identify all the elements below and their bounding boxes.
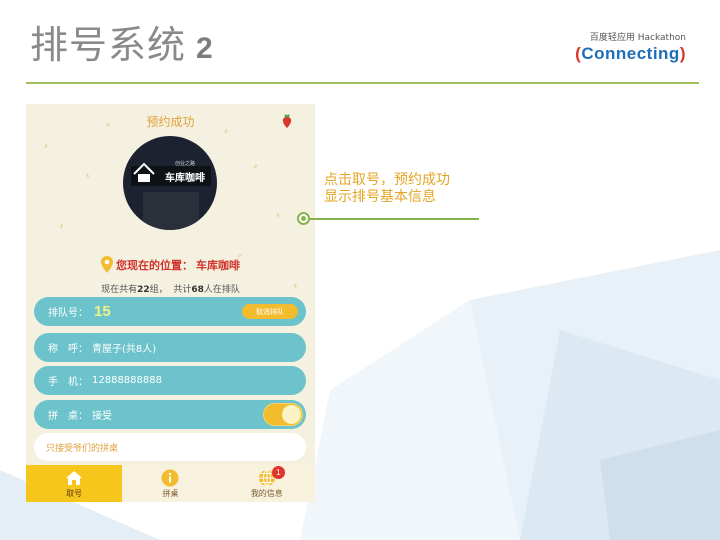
slide-title-text: 排号系统: [30, 23, 187, 67]
people-suffix: 人在排队: [203, 285, 240, 295]
slide-title-number: 2: [196, 32, 214, 65]
queue-summary: 现在共有22组， 共计68人在排队: [26, 282, 315, 295]
venue-photo-window: [143, 192, 199, 230]
share-table-value: 接受: [92, 411, 112, 422]
share-table-row: 拼 桌： 接受: [34, 400, 306, 429]
house-sign-icon: [133, 162, 155, 182]
brand-logo-word: Connecting: [581, 44, 680, 63]
location-name: 车库咖啡: [196, 258, 240, 272]
queue-number-row: 排队号： 15 取消排队: [34, 297, 306, 326]
tab-my-info-label: 我的信息: [250, 488, 283, 498]
callout-line-1: 点击取号，预约成功: [324, 172, 450, 188]
app-header-title: 预约成功: [146, 114, 195, 129]
phone-value: 12888888888: [92, 375, 162, 386]
slide-title: 排号系统 2: [30, 14, 214, 69]
callout-connector: [306, 218, 479, 220]
brand-top-text: 百度轻应用 Hackathon: [589, 33, 686, 43]
title-divider: [26, 82, 699, 84]
people-prefix: 共计: [173, 285, 192, 295]
toggle-knob: [282, 405, 301, 424]
tab-share-table[interactable]: 拼桌: [122, 465, 218, 502]
tab-share-table-label: 拼桌: [162, 488, 179, 498]
group-count: 22: [137, 285, 150, 295]
queue-number-value: 15: [94, 303, 111, 320]
share-table-label: 拼 桌：: [48, 411, 88, 422]
share-note-input[interactable]: 只接受爷们的拼桌: [34, 433, 306, 461]
phone-row: 手 机： 12888888888: [34, 366, 306, 395]
callout-line-2: 显示排号基本信息: [324, 189, 436, 205]
group-unit: 组，: [149, 285, 168, 295]
tab-bar: 取号 拼桌 1 我的信息: [26, 465, 315, 502]
info-icon: [161, 469, 179, 487]
location-label: 您现在的位置：: [116, 258, 193, 272]
tab-take-number[interactable]: 取号: [26, 465, 123, 502]
cancel-queue-button[interactable]: 取消排队: [242, 304, 298, 319]
name-value: 青屋子(共8人): [92, 344, 157, 355]
name-label: 称 呼：: [48, 344, 88, 355]
queue-number-label: 排队号：: [48, 308, 88, 319]
home-icon: [65, 469, 83, 487]
venue-photo: 创业之路 车库咖啡: [123, 136, 217, 230]
callout-text: 点击取号，预约成功 显示排号基本信息: [324, 172, 450, 206]
notification-badge: 1: [271, 466, 285, 479]
callout-dot-icon: [297, 212, 310, 225]
brand-logo-text: (Connecting): [575, 44, 686, 63]
strawberry-icon[interactable]: [281, 113, 293, 129]
tab-my-info[interactable]: 1 我的信息: [219, 465, 315, 502]
location-row: 您现在的位置： 车库咖啡: [26, 256, 315, 273]
brand-logo: 百度轻应用 Hackathon (Connecting): [575, 30, 686, 64]
share-table-toggle[interactable]: [263, 403, 303, 426]
name-row: 称 呼： 青屋子(共8人): [34, 333, 306, 362]
count-prefix: 现在共有: [101, 285, 138, 295]
location-pin-icon: [101, 256, 113, 273]
people-count: 68: [191, 285, 204, 295]
tab-take-number-label: 取号: [66, 488, 83, 498]
phone-label: 手 机：: [48, 377, 88, 388]
phone-screen: 预约成功 创业之路 车库咖啡 您现在的位置： 车库咖啡 现在共有22组， 共计6…: [26, 104, 315, 502]
